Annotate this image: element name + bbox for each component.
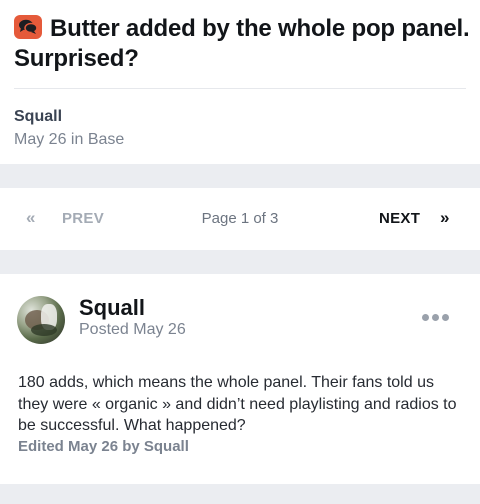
forum-link[interactable]: Base: [88, 131, 124, 148]
avatar[interactable]: [17, 296, 65, 344]
divider: [14, 88, 466, 89]
post-author-link[interactable]: Squall: [79, 295, 145, 321]
ellipsis-icon[interactable]: [422, 312, 450, 324]
topic-meta: May 26 in Base: [14, 131, 124, 149]
topic-title: Butter added by the whole pop panel. Sur…: [14, 14, 470, 74]
topic-author-link[interactable]: Squall: [14, 108, 62, 126]
post-body: 180 adds, which means the whole panel. T…: [18, 374, 457, 434]
double-chevron-right-icon[interactable]: »: [440, 208, 449, 228]
edited-note: Edited May 26 by Squall: [18, 438, 189, 455]
topic-title-text: Butter added by the whole pop panel. Sur…: [14, 15, 470, 72]
topic-in-word: in: [70, 131, 84, 148]
pagination-bar: « PREV Page 1 of 3 NEXT »: [0, 188, 480, 250]
chat-bubbles-icon: [14, 15, 42, 39]
next-button[interactable]: NEXT: [379, 210, 420, 227]
topic-date: May 26: [14, 131, 67, 148]
post-card: Squall Posted May 26 180 adds, which mea…: [0, 274, 480, 484]
topic-title-wrap: Butter added by the whole pop panel. Sur…: [14, 14, 470, 74]
post-date[interactable]: Posted May 26: [79, 321, 186, 339]
topic-header: Butter added by the whole pop panel. Sur…: [0, 0, 480, 164]
